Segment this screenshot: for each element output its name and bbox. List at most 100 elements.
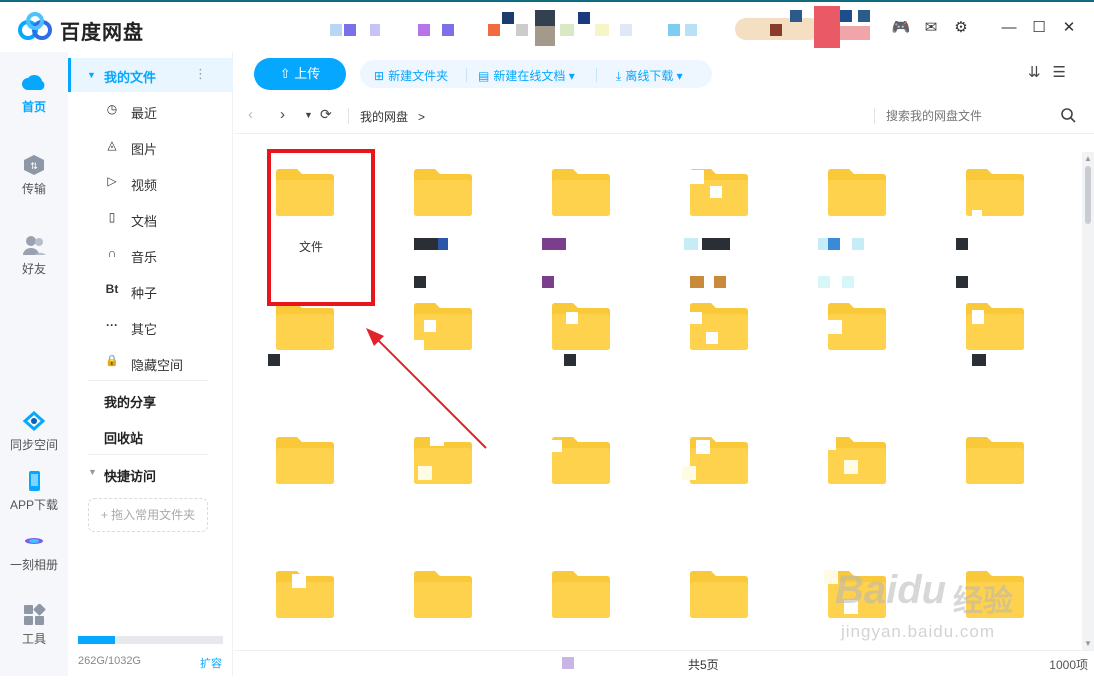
album-icon (25, 538, 43, 544)
watermark-cn: 经验 (953, 585, 1013, 618)
pixelated-block (844, 460, 858, 474)
folder-item[interactable] (528, 148, 646, 288)
storage-progress-fill (78, 636, 115, 644)
new-folder-button[interactable]: ⊞ 新建文件夹 (374, 67, 448, 84)
storage-text: 262G/1032G (78, 655, 141, 667)
folder-item[interactable] (528, 282, 646, 412)
folder-item[interactable] (942, 416, 1060, 546)
upload-button[interactable]: ⇧ 上传 (254, 58, 346, 90)
folder-item[interactable] (804, 148, 922, 288)
game-center-icon[interactable]: 🎮 (886, 16, 916, 38)
friends-icon (23, 236, 46, 255)
folder-icon (552, 169, 610, 216)
folder-icon (276, 303, 334, 350)
nav-tools[interactable]: 工具 (0, 604, 68, 647)
more-vertical-icon[interactable]: ⋮ (194, 66, 207, 82)
sidebar-my-files[interactable]: ▼ 我的文件 ⋮ (68, 58, 233, 92)
tools-icon (24, 604, 46, 625)
search-input[interactable] (886, 104, 1056, 128)
headphones-icon: ∩ (107, 246, 117, 260)
new-online-doc-button[interactable]: ▤ 新建在线文档 ▾ (478, 67, 575, 84)
settings-icon[interactable]: ⚙ (946, 16, 976, 38)
folder-item[interactable] (252, 416, 370, 546)
page-count: 共5页 (688, 658, 719, 672)
folder-item[interactable] (804, 282, 922, 412)
folder-item[interactable] (942, 282, 1060, 412)
pixelated-block (972, 210, 982, 220)
breadcrumb-root[interactable]: 我的网盘 (360, 110, 408, 124)
divider (348, 108, 349, 124)
folder-icon (276, 437, 334, 484)
pixelated-block (828, 320, 842, 334)
transfer-icon: ⇅ (24, 155, 44, 175)
title-bar: 百度网盘 🎮 ✉ ⚙ — ☐ ✕ (0, 0, 1094, 52)
folder-item[interactable] (666, 282, 784, 412)
pixelated-block (542, 238, 566, 250)
pixelated-block (706, 332, 718, 344)
sidebar-quick-access[interactable]: ▼ 快捷访问 (68, 464, 233, 486)
pixelated-block (438, 238, 448, 250)
expand-storage-link[interactable]: 扩容 (200, 655, 222, 671)
forward-icon[interactable]: › (280, 106, 285, 123)
nav-home-label: 首页 (21, 100, 46, 114)
vertical-scrollbar[interactable]: ▲ ▼ (1082, 152, 1094, 650)
baidu-netdisk-logo (18, 12, 52, 40)
caret-down-icon: ▾ (673, 69, 683, 83)
folder-item[interactable] (942, 148, 1060, 288)
sidebar-item-label: 文档 (131, 214, 158, 229)
watermark-url: jingyan.baidu.com (841, 622, 996, 641)
maximize-icon[interactable]: ☐ (1024, 16, 1054, 38)
drop-zone[interactable]: + 拖入常用文件夹 (88, 498, 208, 532)
sidebar-item-documents[interactable]: ▯ 文档 (68, 204, 233, 234)
sidebar-recycle-bin[interactable]: 回收站 (104, 428, 143, 447)
nav-home[interactable]: 首页 (0, 72, 68, 115)
sync-icon (22, 410, 46, 432)
sidebar-item-music[interactable]: ∩ 音乐 (68, 240, 233, 270)
refresh-icon[interactable]: ⟳ (320, 106, 332, 123)
nav-tools-label: 工具 (21, 632, 46, 646)
mail-icon[interactable]: ✉ (916, 16, 946, 38)
folder-icon (966, 437, 1024, 484)
sidebar-item-label: 音乐 (131, 250, 158, 265)
list-view-icon[interactable]: ☰ (1053, 64, 1078, 81)
breadcrumb-separator: > (418, 110, 426, 124)
scroll-down-icon[interactable]: ▼ (1084, 639, 1092, 648)
scroll-thumb[interactable] (1085, 166, 1091, 224)
scroll-up-icon[interactable]: ▲ (1084, 154, 1092, 163)
nav-sync-space[interactable]: 同步空间 (0, 410, 68, 453)
folder-item[interactable] (528, 416, 646, 546)
folder-item[interactable] (666, 148, 784, 288)
close-icon[interactable]: ✕ (1054, 16, 1084, 38)
nav-album[interactable]: 一刻相册 (0, 530, 68, 573)
pixelated-block (394, 210, 404, 220)
nav-friends[interactable]: 好友 (0, 234, 68, 277)
folder-item[interactable] (666, 416, 784, 546)
sidebar-item-video[interactable]: ▷ 视频 (68, 168, 233, 198)
breadcrumb[interactable]: 我的网盘 > (360, 108, 425, 125)
sort-icon[interactable]: ⇊ (1028, 64, 1053, 81)
sidebar-item-recent[interactable]: ◷ 最近 (68, 96, 233, 126)
history-dropdown-icon[interactable]: ▼ (304, 110, 313, 120)
sidebar-my-files-label: 我的文件 (104, 70, 157, 85)
toolbar-actions: ⊞ 新建文件夹 ▤ 新建在线文档 ▾ ⤓ 离线下载 ▾ (360, 60, 712, 88)
caret-down-icon: ▼ (88, 467, 97, 477)
minimize-icon[interactable]: — (994, 16, 1024, 38)
divider (596, 68, 597, 82)
search-icon[interactable] (1060, 107, 1076, 123)
folder-item[interactable] (390, 148, 508, 288)
offline-download-button[interactable]: ⤓ 离线下载 ▾ (616, 67, 683, 84)
nav-transfer[interactable]: ⇅ 传输 (0, 154, 68, 197)
folder-item[interactable] (804, 416, 922, 546)
sidebar-item-hidden-space[interactable]: 🔒 隐藏空间 (68, 348, 233, 378)
sidebar-item-torrent[interactable]: Bt 种子 (68, 276, 233, 306)
divider (88, 380, 208, 381)
view-controls: ⇊☰ (1028, 63, 1078, 81)
sidebar-my-share[interactable]: 我的分享 (104, 392, 156, 411)
nav-app-download[interactable]: APP下载 (0, 470, 68, 513)
back-icon[interactable]: ‹ (248, 106, 253, 123)
upload-icon: ⇧ (279, 66, 295, 81)
doc-icon: ▤ (478, 69, 490, 83)
sidebar-item-other[interactable]: ··· 其它 (68, 312, 233, 342)
sidebar-item-images[interactable]: ◬ 图片 (68, 132, 233, 162)
folder-icon (552, 571, 610, 618)
